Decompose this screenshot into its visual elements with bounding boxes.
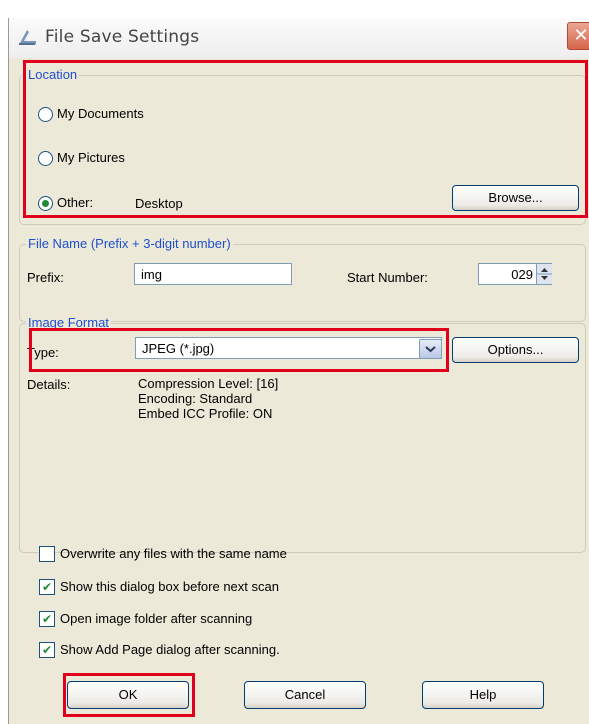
title-bar: File Save Settings ✕ [9,18,589,58]
help-button[interactable]: Help [422,681,544,709]
show-dialog-label[interactable]: Show this dialog box before next scan [60,579,279,594]
show-dialog-checkbox[interactable]: ✔ [39,579,55,595]
spinner-arrows-icon [537,268,552,280]
type-highlight-box [29,328,449,372]
start-number-spinner[interactable] [536,264,552,284]
start-number-label: Start Number: [347,270,428,285]
file-name-legend: File Name (Prefix + 3-digit number) [26,236,233,251]
cancel-button[interactable]: Cancel [244,681,366,709]
show-add-page-label[interactable]: Show Add Page dialog after scanning. [60,642,280,657]
overwrite-label[interactable]: Overwrite any files with the same name [60,546,287,561]
overwrite-checkbox[interactable] [39,546,55,562]
details-list: Compression Level: [16] Encoding: Standa… [138,376,278,421]
show-add-page-checkbox[interactable]: ✔ [39,642,55,658]
details-encoding: Encoding: Standard [138,391,253,406]
open-folder-label[interactable]: Open image folder after scanning [60,611,252,626]
details-label: Details: [27,377,71,392]
close-button[interactable]: ✕ [567,22,589,50]
location-highlight-box [23,60,588,218]
prefix-label: Prefix: [27,270,64,285]
details-icc: Embed ICC Profile: ON [138,406,273,421]
ok-highlight-box [63,673,195,717]
details-compression: Compression Level: [16] [138,376,279,391]
options-button[interactable]: Options... [452,337,579,363]
prefix-input[interactable]: img [134,263,292,285]
dialog-title: File Save Settings [45,27,200,47]
open-folder-checkbox[interactable]: ✔ [39,611,55,627]
scanner-icon [19,30,36,45]
